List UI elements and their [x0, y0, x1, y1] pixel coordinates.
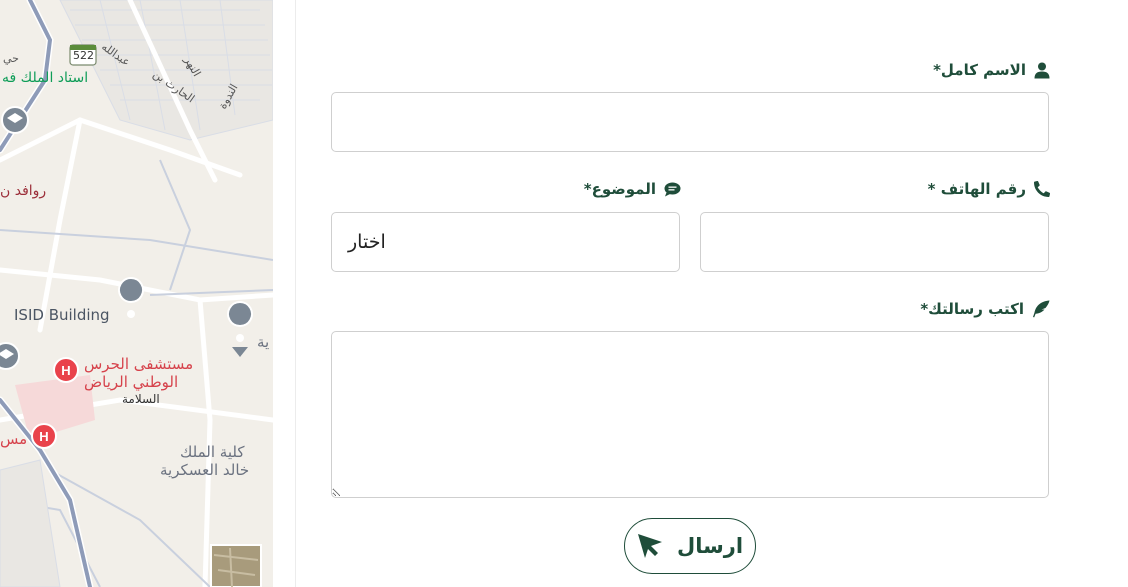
hospital-pin: H: [31, 423, 57, 449]
education-pin: [1, 106, 29, 134]
message-textarea[interactable]: [331, 331, 1049, 498]
route-number: 522: [73, 49, 94, 62]
map-label-left-ms: مس: [0, 430, 28, 448]
hospital-pin: H: [53, 357, 79, 383]
send-button[interactable]: ارسال: [624, 518, 756, 574]
map-label-right-ya: ية: [257, 333, 270, 351]
contact-form-card: [295, 0, 1086, 587]
full-name-input[interactable]: [331, 92, 1049, 152]
message-label: اكتب رسالتك*: [920, 300, 1050, 318]
map-label-isid: ISID Building: [14, 306, 110, 324]
page-margin: [1085, 0, 1128, 587]
phone-input[interactable]: [700, 212, 1049, 272]
svg-text:H: H: [39, 429, 48, 444]
map-panel[interactable]: H H 522 استاد الملك فه روافد ن ISID Buil…: [0, 0, 273, 587]
user-icon: [1034, 62, 1050, 78]
map-label-hay: حي: [3, 52, 19, 65]
send-button-label: ارسال: [676, 534, 744, 558]
cursor-arrow-icon: [637, 534, 662, 558]
comment-icon: [664, 182, 681, 196]
subject-selected-value: اختار: [348, 231, 386, 253]
full-name-label: الاسم كامل*: [933, 61, 1050, 79]
map-label-college-2: خالد العسكرية: [160, 461, 250, 479]
subject-select[interactable]: اختار: [331, 212, 680, 272]
svg-text:H: H: [61, 363, 70, 378]
phone-label: رقم الهاتف *: [928, 180, 1050, 198]
phone-label-text: رقم الهاتف *: [927, 180, 1026, 198]
map-label-stadium: استاد الملك فه: [2, 70, 89, 86]
subject-label: الموضوع*: [584, 180, 681, 198]
map-label-rawafed: روافد ن: [0, 183, 47, 199]
full-name-label-text: الاسم كامل*: [933, 61, 1026, 79]
map-label-college-1: كلية الملك: [180, 443, 245, 461]
satellite-toggle: [210, 544, 262, 587]
message-label-text: اكتب رسالتك*: [920, 300, 1024, 318]
phone-icon: [1034, 181, 1050, 197]
subject-label-text: الموضوع*: [583, 180, 656, 198]
map-label-hospital-1: مستشفى الحرس: [84, 355, 194, 373]
feather-icon: [1033, 300, 1050, 318]
map-label-hospital-2: الوطني الرياض: [84, 373, 179, 391]
education-pin: [0, 342, 20, 370]
map-label-salama: السلامة: [122, 392, 160, 406]
